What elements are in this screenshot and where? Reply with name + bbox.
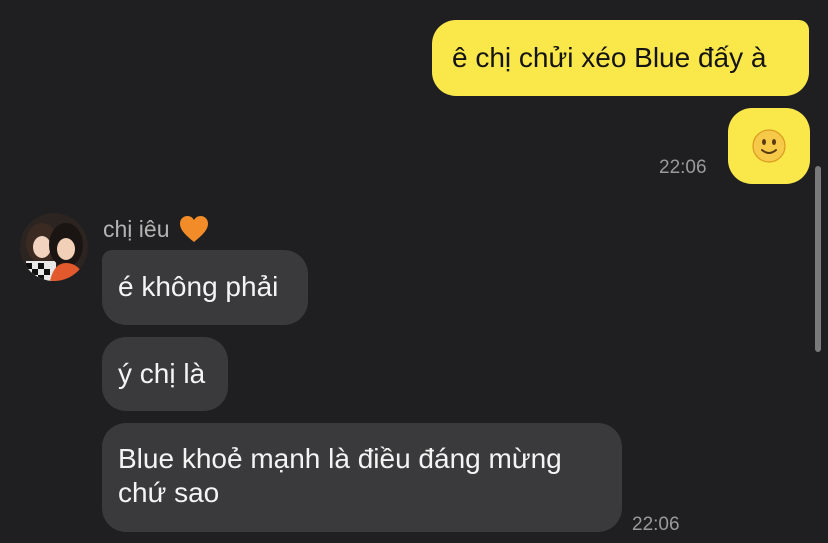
avatar-image — [20, 213, 88, 281]
incoming-message-bubble[interactable]: é không phải — [102, 250, 308, 325]
sender-name-text: chị iêu — [103, 215, 170, 242]
incoming-message-bubble[interactable]: ý chị là — [102, 337, 228, 411]
sender-name: chị iêu — [103, 215, 209, 243]
incoming-message-bubble[interactable]: Blue khoẻ mạnh là điều đáng mừng chứ sao — [102, 423, 622, 532]
message-timestamp: 22:06 — [632, 514, 680, 535]
smiling-face-icon — [752, 129, 786, 163]
scrollbar[interactable] — [815, 166, 821, 352]
outgoing-emoji-bubble[interactable] — [728, 108, 810, 184]
outgoing-message-bubble[interactable]: ê chị chửi xéo Blue đấy à — [432, 20, 809, 96]
message-timestamp: 22:06 — [659, 157, 707, 178]
message-text: é không phải — [118, 271, 279, 302]
orange-heart-icon — [180, 216, 209, 242]
message-text: ê chị chửi xéo Blue đấy à — [452, 42, 767, 73]
message-text-line: Blue khoẻ mạnh là điều đáng mừng — [118, 443, 562, 474]
message-text-line: chứ sao — [118, 477, 220, 508]
avatar[interactable] — [20, 213, 88, 281]
message-text: ý chị là — [118, 358, 206, 389]
